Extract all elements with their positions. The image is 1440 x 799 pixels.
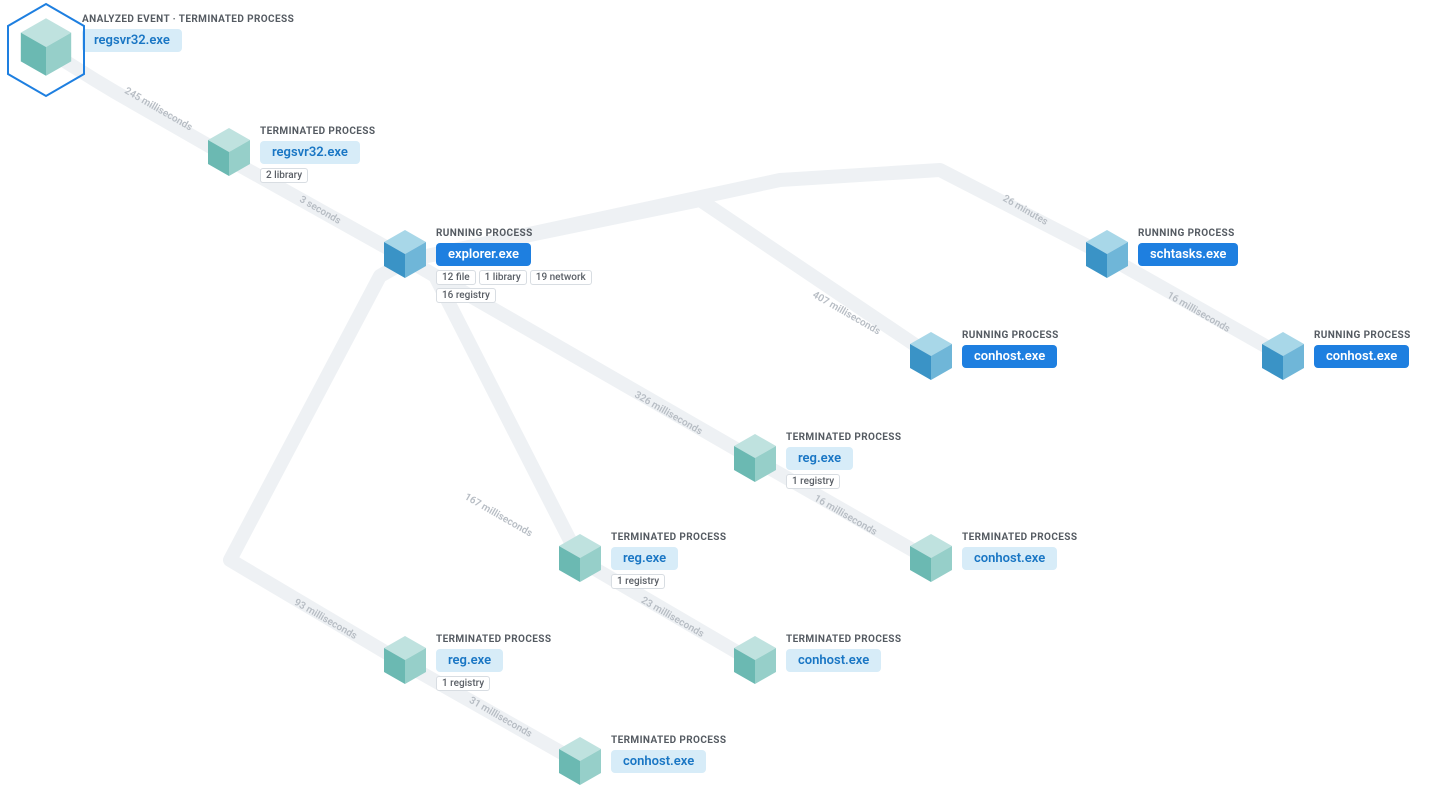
process-status-label: RUNNING PROCESS	[436, 228, 533, 239]
process-badge: 2 library	[260, 168, 308, 183]
process-badge: 1 registry	[611, 574, 665, 589]
process-cube-icon	[730, 430, 780, 486]
process-node[interactable]: RUNNING PROCESS schtasks.exe	[1082, 226, 1238, 282]
edge-label: 326 milliseconds	[632, 390, 704, 438]
edge-label: 407 milliseconds	[810, 290, 882, 338]
edge-label: 245 milliseconds	[122, 86, 194, 134]
process-cube-icon	[730, 632, 780, 688]
process-name-chip[interactable]: conhost.exe	[962, 345, 1057, 368]
process-node[interactable]: TERMINATED PROCESS conhost.exe	[555, 733, 726, 789]
process-node-root[interactable]: ANALYZED EVENT · TERMINATED PROCESS regs…	[16, 12, 294, 82]
process-cube-icon	[1082, 226, 1132, 282]
process-cube-icon	[16, 12, 76, 82]
hex-outline-icon	[4, 2, 88, 98]
process-node[interactable]: RUNNING PROCESS conhost.exe	[906, 328, 1059, 384]
process-name-chip[interactable]: schtasks.exe	[1138, 243, 1238, 266]
process-node[interactable]: TERMINATED PROCESS regsvr32.exe 2 librar…	[204, 124, 375, 183]
process-node[interactable]: TERMINATED PROCESS conhost.exe	[906, 530, 1077, 586]
process-name-chip[interactable]: regsvr32.exe	[82, 29, 182, 52]
process-status-label: TERMINATED PROCESS	[962, 532, 1077, 543]
process-cube-icon	[380, 226, 430, 282]
process-status-label: RUNNING PROCESS	[1138, 228, 1235, 239]
process-cube-icon	[204, 124, 254, 180]
process-badges: 12 file1 library19 network 16 registry	[436, 270, 596, 303]
edge-label: 26 minutes	[1001, 193, 1050, 228]
process-name-chip[interactable]: conhost.exe	[1314, 345, 1409, 368]
process-node[interactable]: TERMINATED PROCESS reg.exe 1 registry	[380, 632, 551, 691]
process-status-label: TERMINATED PROCESS	[611, 532, 726, 543]
process-node[interactable]: TERMINATED PROCESS reg.exe 1 registry	[730, 430, 901, 489]
process-name-chip[interactable]: reg.exe	[786, 447, 853, 470]
edge-label: 16 milliseconds	[812, 493, 879, 538]
edge-label: 31 milliseconds	[467, 695, 534, 740]
process-badge: 1 registry	[436, 676, 490, 691]
process-badges: 1 registry	[611, 574, 665, 589]
process-status-label: TERMINATED PROCESS	[611, 735, 726, 746]
process-status-label: RUNNING PROCESS	[1314, 330, 1411, 341]
process-badges: 2 library	[260, 168, 308, 183]
process-name-chip[interactable]: conhost.exe	[611, 750, 706, 773]
process-name-chip[interactable]: conhost.exe	[786, 649, 881, 672]
process-name-chip[interactable]: reg.exe	[436, 649, 503, 672]
process-cube-icon	[1258, 328, 1308, 384]
process-node[interactable]: RUNNING PROCESS explorer.exe 12 file1 li…	[380, 226, 596, 303]
process-name-chip[interactable]: explorer.exe	[436, 243, 531, 266]
process-badges: 1 registry	[786, 474, 840, 489]
process-name-chip[interactable]: conhost.exe	[962, 547, 1057, 570]
process-cube-icon	[555, 733, 605, 789]
process-badge: 1 registry	[786, 474, 840, 489]
process-node[interactable]: TERMINATED PROCESS conhost.exe	[730, 632, 901, 688]
process-status-label: RUNNING PROCESS	[962, 330, 1059, 341]
edge-label: 3 seconds	[297, 194, 342, 227]
process-node[interactable]: RUNNING PROCESS conhost.exe	[1258, 328, 1411, 384]
process-cube-icon	[555, 530, 605, 586]
process-status-label: TERMINATED PROCESS	[786, 634, 901, 645]
process-badge: 16 registry	[436, 288, 496, 303]
process-cube-icon	[380, 632, 430, 688]
edge-label: 167 milliseconds	[462, 492, 534, 540]
process-name-chip[interactable]: reg.exe	[611, 547, 678, 570]
process-status-label: TERMINATED PROCESS	[260, 126, 375, 137]
edge-label: 23 milliseconds	[639, 595, 706, 640]
process-status-label: ANALYZED EVENT · TERMINATED PROCESS	[82, 14, 294, 25]
process-name-chip[interactable]: regsvr32.exe	[260, 141, 360, 164]
process-badge: 1 library	[479, 270, 527, 285]
process-cube-icon	[906, 328, 956, 384]
edge-label: 93 milliseconds	[292, 597, 359, 642]
process-badges: 1 registry	[436, 676, 490, 691]
process-node[interactable]: TERMINATED PROCESS reg.exe 1 registry	[555, 530, 726, 589]
process-status-label: TERMINATED PROCESS	[436, 634, 551, 645]
edge-label: 16 milliseconds	[1165, 290, 1232, 335]
process-badge: 19 network	[530, 270, 592, 285]
process-tree-edges	[0, 0, 1440, 799]
process-status-label: TERMINATED PROCESS	[786, 432, 901, 443]
process-cube-icon	[906, 530, 956, 586]
process-badge: 12 file	[436, 270, 476, 285]
